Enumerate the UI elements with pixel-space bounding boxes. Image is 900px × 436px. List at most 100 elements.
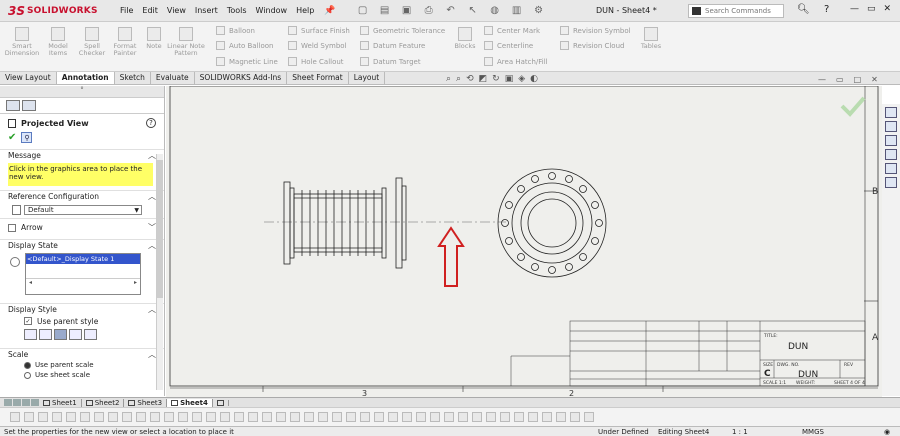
panel-scrollbar[interactable] (156, 154, 163, 390)
tab-evaluate[interactable]: Evaluate (151, 72, 195, 84)
revision-cloud-button[interactable]: Revision Cloud (560, 41, 624, 50)
toolbar-icon[interactable] (66, 412, 76, 422)
display-style-icon[interactable]: ▣ (505, 74, 514, 84)
menu-help[interactable]: Help (296, 6, 314, 15)
balloon-button[interactable]: Balloon (216, 26, 255, 35)
hole-callout-button[interactable]: Hole Callout (288, 57, 344, 66)
toolbar-icon[interactable] (416, 412, 426, 422)
toolbar-icon[interactable] (24, 412, 34, 422)
status-help-icon[interactable]: ◉ (884, 428, 890, 436)
sheet-tab-4[interactable]: Sheet4 (167, 398, 213, 407)
toolbar-icon[interactable] (472, 412, 482, 422)
appearance-icon[interactable]: ◐ (530, 74, 538, 84)
toolbar-icon[interactable] (220, 412, 230, 422)
viewport-restore-icon[interactable]: ▭ (836, 75, 844, 84)
menu-insert[interactable]: Insert (195, 6, 218, 15)
hide-show-items-icon[interactable]: ◈ (518, 74, 525, 84)
zoom-to-area-icon[interactable]: ⌕ (456, 74, 461, 84)
section-view-icon[interactable]: ◩ (479, 74, 488, 84)
sheet-tab-3[interactable]: Sheet3 (124, 398, 168, 407)
file-explorer-icon[interactable] (885, 135, 897, 146)
tab-addins[interactable]: SOLIDWORKS Add-Ins (195, 72, 288, 84)
toolbar-icon[interactable] (584, 412, 594, 422)
pin-menu-icon[interactable]: 📌 (324, 6, 335, 16)
status-units[interactable]: MMGS (802, 428, 824, 436)
undo-icon[interactable]: ↶ (444, 5, 458, 17)
toolbar-icon[interactable] (430, 412, 440, 422)
toolbar-icon[interactable] (388, 412, 398, 422)
menu-window[interactable]: Window (256, 6, 288, 15)
linear-note-pattern-button[interactable]: Linear Note Pattern (166, 27, 206, 57)
open-icon[interactable]: ▤ (378, 5, 392, 17)
graphics-area[interactable]: B A 3 2 TITLE: DUN SIZE C DWG. NO. DUN R… (166, 86, 882, 397)
scroll-left-icon[interactable]: ◂ (29, 279, 32, 286)
toolbar-icon[interactable] (486, 412, 496, 422)
weld-symbol-button[interactable]: Weld Symbol (288, 41, 347, 50)
toolbar-icon[interactable] (136, 412, 146, 422)
datum-target-button[interactable]: Datum Target (360, 57, 421, 66)
message-section-header[interactable]: Message ︿ (0, 149, 164, 161)
auto-balloon-button[interactable]: Auto Balloon (216, 41, 273, 50)
tab-sheet-format[interactable]: Sheet Format (287, 72, 349, 84)
magnetic-line-button[interactable]: Magnetic Line (216, 57, 278, 66)
toolbar-icon[interactable] (290, 412, 300, 422)
sheet-tab-1[interactable]: Sheet1 (39, 398, 82, 407)
spell-checker-button[interactable]: Spell Checker (78, 27, 106, 57)
display-state-list[interactable]: <Default>_Display State 1 ◂ ▸ (25, 253, 141, 295)
arrow-section-header[interactable]: Arrow ﹀ (0, 218, 164, 236)
help-circle-icon[interactable]: ? (146, 118, 156, 128)
format-painter-button[interactable]: Format Painter (110, 27, 140, 57)
list-horizontal-scrollbar[interactable]: ◂ ▸ (26, 278, 140, 286)
toolbar-icon[interactable] (374, 412, 384, 422)
toolbar-icon[interactable] (122, 412, 132, 422)
next-sheet-icon[interactable] (22, 399, 30, 406)
select-icon[interactable]: ↖ (466, 5, 480, 17)
custom-properties-icon[interactable] (885, 177, 897, 188)
wireframe-icon[interactable] (24, 329, 37, 340)
datum-feature-button[interactable]: Datum Feature (360, 41, 425, 50)
toolbar-icon[interactable] (556, 412, 566, 422)
menu-view[interactable]: View (167, 6, 186, 15)
toolbar-icon[interactable] (360, 412, 370, 422)
display-state-header[interactable]: Display State ︿ (0, 239, 164, 251)
use-parent-style-checkbox[interactable]: ✓ Use parent style (0, 315, 164, 327)
toolbar-icon[interactable] (248, 412, 258, 422)
viewport-close-icon[interactable]: ✕ (871, 75, 878, 84)
toolbar-icon[interactable] (108, 412, 118, 422)
model-items-button[interactable]: Model Items (46, 27, 70, 57)
menu-file[interactable]: File (120, 6, 133, 15)
toolbar-icon[interactable] (458, 412, 468, 422)
home-icon[interactable] (885, 107, 897, 118)
drawing-sheet[interactable]: B A 3 2 TITLE: DUN SIZE C DWG. NO. DUN R… (166, 86, 882, 397)
property-manager-tab-icon[interactable] (22, 100, 36, 111)
scroll-right-icon[interactable]: ▸ (134, 279, 137, 286)
toolbar-icon[interactable] (234, 412, 244, 422)
display-style-header[interactable]: Display Style ︿ (0, 303, 164, 315)
first-sheet-icon[interactable] (4, 399, 12, 406)
prev-sheet-icon[interactable] (13, 399, 21, 406)
toolbar-icon[interactable] (304, 412, 314, 422)
restore-icon[interactable]: ▭ (867, 4, 876, 14)
toolbar-icon[interactable] (192, 412, 202, 422)
center-mark-button[interactable]: Center Mark (484, 26, 540, 35)
toolbar-icon[interactable] (402, 412, 412, 422)
search-commands-input[interactable]: Search Commands (688, 4, 784, 18)
toolbar-icon[interactable] (500, 412, 510, 422)
help-icon[interactable]: ? (824, 4, 829, 15)
add-sheet-button[interactable] (213, 399, 229, 406)
smart-dimension-button[interactable]: Smart Dimension (4, 27, 40, 57)
appearances-icon[interactable] (885, 163, 897, 174)
area-hatch-button[interactable]: Area Hatch/Fill (484, 57, 548, 66)
ok-check-icon[interactable]: ✔ (8, 132, 16, 143)
save-icon[interactable]: ▣ (400, 5, 414, 17)
toolbar-icon[interactable] (262, 412, 272, 422)
file-properties-icon[interactable]: ▥ (510, 5, 524, 17)
reference-configuration-header[interactable]: Reference Configuration ︿ (0, 190, 164, 202)
viewport-maximize-icon[interactable]: □ (854, 75, 862, 84)
tab-sketch[interactable]: Sketch (115, 72, 151, 84)
reference-configuration-select[interactable]: Default ▼ (24, 205, 142, 215)
revision-symbol-button[interactable]: Revision Symbol (560, 26, 631, 35)
search-icon[interactable]: 🔍︎ (797, 4, 810, 15)
toolbar-icon[interactable] (38, 412, 48, 422)
toolbar-icon[interactable] (444, 412, 454, 422)
